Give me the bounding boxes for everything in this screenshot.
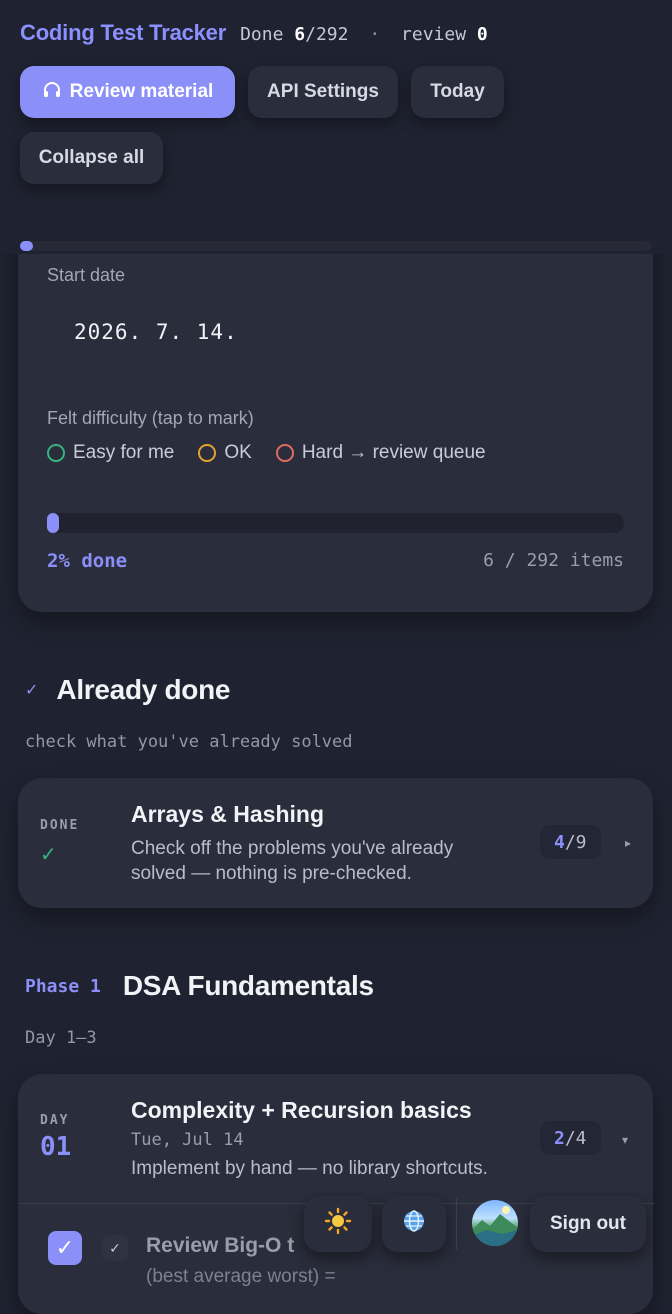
day-number: 01: [40, 1132, 72, 1162]
day-done: 2: [554, 1127, 565, 1149]
globe-icon: [402, 1209, 426, 1240]
done-count: 6: [294, 24, 306, 45]
task-title[interactable]: Review Big-O t: [146, 1234, 294, 1258]
header-progress-bar: [20, 241, 652, 251]
overall-progress-fill: [47, 513, 59, 533]
checkbox-check-icon: ✓: [55, 1235, 75, 1260]
bottom-action-bar: Sign out: [294, 1186, 660, 1264]
arrays-hashing-desc: Check off the problems you've already so…: [131, 838, 454, 884]
day-total: /4: [564, 1127, 587, 1149]
theme-toggle-button[interactable]: [304, 1196, 372, 1252]
day-title[interactable]: Complexity + Recursion basics: [131, 1097, 472, 1124]
task-mark-icon[interactable]: ✓: [102, 1235, 128, 1261]
sign-out-button[interactable]: Sign out: [530, 1196, 646, 1252]
phase-subtitle: Day 1–3: [25, 1028, 97, 1048]
done-check-icon: ✓: [40, 844, 57, 866]
expand-caret-icon[interactable]: ▸: [625, 836, 631, 850]
sun-icon: [324, 1207, 352, 1242]
progress-percent: 2% done: [47, 550, 128, 572]
arrays-hashing-title: Arrays & Hashing: [131, 801, 325, 827]
overall-progress-bar: [47, 513, 624, 533]
difficulty-easy[interactable]: Easy for me: [47, 442, 174, 464]
arrays-hashing-total: /9: [564, 831, 587, 853]
difficulty-hard-label: Hard → review queue: [301, 442, 486, 463]
day-tag: DAY: [40, 1113, 70, 1128]
done-label: Done: [240, 24, 284, 45]
avatar[interactable]: [472, 1200, 518, 1246]
check-icon: ✓: [25, 682, 39, 699]
phase-label: Phase 1: [25, 975, 101, 997]
day-date: Tue, Jul 14: [131, 1130, 244, 1150]
today-button[interactable]: Today: [411, 66, 504, 118]
start-date-input[interactable]: 2026. 7. 14.: [74, 320, 238, 344]
api-settings-button[interactable]: API Settings: [248, 66, 398, 118]
already-done-subtitle: check what you've already solved: [25, 732, 353, 752]
ok-circle-icon: [198, 444, 217, 462]
header: Coding Test Tracker Done 6/292 · review …: [0, 0, 672, 254]
header-progress-fill: [20, 241, 33, 251]
language-button[interactable]: [382, 1196, 446, 1252]
phase1-header: Phase 1 DSA Fundamentals: [25, 970, 374, 1002]
arrays-hashing-done: 4: [554, 831, 565, 853]
difficulty-easy-label: Easy for me: [73, 442, 175, 463]
start-date-label: Start date: [47, 265, 126, 285]
difficulty-label: Felt difficulty (tap to mark): [47, 408, 254, 428]
arrays-hashing-count: 4/9: [540, 825, 601, 859]
hard-circle-icon: [275, 444, 294, 462]
difficulty-options: Easy for me OK Hard → review queue: [47, 442, 486, 464]
collapse-all-button[interactable]: Collapse all: [20, 132, 163, 184]
phase-title: DSA Fundamentals: [122, 970, 374, 1001]
review-count: 0: [476, 24, 488, 45]
already-done-title: Already done: [56, 674, 231, 705]
review-material-button[interactable]: Review material: [20, 66, 235, 118]
done-tag: DONE: [40, 818, 80, 833]
app-title: Coding Test Tracker: [20, 20, 227, 45]
already-done-header[interactable]: ✓ Already done: [25, 674, 230, 706]
difficulty-ok[interactable]: OK: [198, 442, 252, 464]
done-total: /292: [305, 24, 349, 45]
difficulty-hard[interactable]: Hard → review queue: [275, 442, 486, 464]
stats-separator: ·: [369, 24, 381, 45]
review-material-label: Review material: [69, 81, 214, 102]
review-label: review: [401, 24, 467, 45]
day-count: 2/4: [540, 1121, 601, 1155]
progress-stats: Done 6/292 · review 0: [240, 24, 488, 45]
bar-divider: [456, 1198, 457, 1250]
task-subtitle: (best average worst) =: [146, 1266, 336, 1287]
headphones-icon: [42, 80, 62, 105]
title-row: Coding Test Tracker Done 6/292 · review …: [20, 20, 488, 46]
easy-circle-icon: [47, 444, 65, 462]
collapse-caret-icon[interactable]: ▾: [622, 1133, 628, 1147]
day-desc: Implement by hand — no library shortcuts…: [131, 1158, 488, 1179]
task-checkbox[interactable]: ✓: [48, 1231, 82, 1265]
progress-count: 6 / 292 items: [483, 550, 624, 571]
difficulty-ok-label: OK: [224, 442, 252, 463]
